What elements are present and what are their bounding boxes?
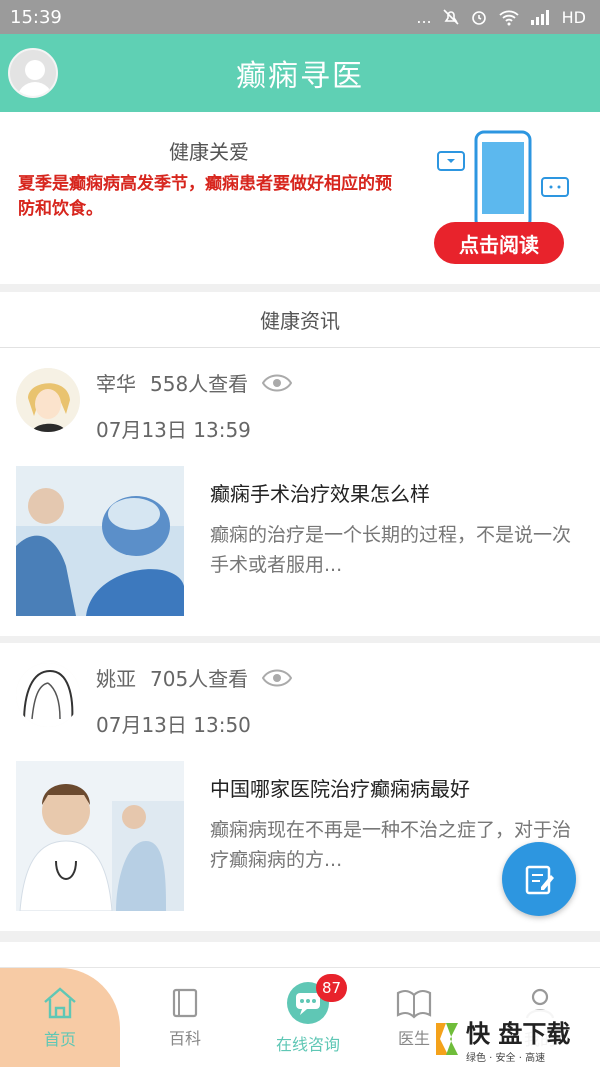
site-watermark: 快 盘下载 绿色 · 安全 · 高速 <box>432 1010 600 1067</box>
status-time: 15:39 <box>10 6 62 28</box>
unread-badge: 87 <box>316 974 348 1002</box>
tab-label: 医生 <box>397 1029 430 1048</box>
banner-text: 夏季是癫痫病高发季节，癫痫患者要做好相应的预防和饮食。 <box>18 174 392 219</box>
article-date: 07月13日 13:59 <box>96 418 251 442</box>
article-title: 中国哪家医院治疗癫痫病最好 <box>210 777 470 801</box>
edit-icon <box>525 865 554 895</box>
home-icon <box>44 987 76 1019</box>
tab-encyclopedia[interactable]: 百科 <box>125 968 245 1067</box>
wifi-icon <box>499 10 519 26</box>
watermark-title: 快 盘下载 <box>466 1019 571 1048</box>
status-bar: 15:39 ... HD <box>0 0 600 34</box>
mute-icon <box>443 9 459 25</box>
view-count: 558人查看 <box>150 372 249 396</box>
eye-icon <box>262 669 293 686</box>
article-thumbnail <box>16 466 184 616</box>
user-avatar[interactable] <box>8 48 58 98</box>
author-avatar <box>16 663 80 727</box>
signal-icon <box>530 10 549 25</box>
eye-icon <box>262 374 293 391</box>
author-name: 姚亚 <box>96 667 136 691</box>
more-dots-icon: ... <box>416 7 432 27</box>
alarm-icon <box>471 11 486 25</box>
tab-online-consult[interactable]: 在线咨询 87 <box>248 968 368 1067</box>
tab-home[interactable]: 首页 <box>0 968 120 1067</box>
author-avatar <box>16 368 80 432</box>
article-meta: 宰华 558人查看 <box>96 368 293 397</box>
tab-label: 首页 <box>43 1030 76 1049</box>
banner-title: 健康关爱 <box>169 140 249 164</box>
app-header: 癫痫寻医 <box>0 34 600 112</box>
network-type: HD <box>561 7 586 27</box>
read-button[interactable]: 点击阅读 <box>434 222 564 264</box>
article-date: 07月13日 13:50 <box>96 713 251 737</box>
article-thumbnail <box>16 761 184 911</box>
author-name: 宰华 <box>96 372 136 396</box>
watermark-subtitle: 绿色 · 安全 · 高速 <box>466 1052 546 1064</box>
article-summary: 癫痫的治疗是一个长期的过程，不是说一次手术或者服用... <box>210 524 572 576</box>
page-title: 癫痫寻医 <box>236 59 364 94</box>
compose-button[interactable] <box>502 842 576 916</box>
health-care-banner[interactable]: 健康关爱 夏季是癫痫病高发季节，癫痫患者要做好相应的预防和饮食。 点击阅读 <box>0 112 600 284</box>
tab-label: 百科 <box>168 1029 201 1048</box>
open-book-icon <box>396 989 432 1019</box>
status-icons: ... HD <box>416 8 586 27</box>
tab-label: 在线咨询 <box>275 1035 340 1054</box>
section-title: 健康资讯 <box>0 292 600 348</box>
article-meta: 姚亚 705人查看 <box>96 663 293 692</box>
article-title: 癫痫手术治疗效果怎么样 <box>210 482 430 506</box>
default-avatar-icon <box>17 60 53 96</box>
view-count: 705人查看 <box>150 667 249 691</box>
watermark-logo-icon <box>436 1022 458 1055</box>
book-icon <box>172 988 198 1018</box>
article-card[interactable]: 宰华 558人查看 07月13日 13:59 癫痫手术治疗效果怎么样 癫痫的治疗… <box>0 348 600 636</box>
